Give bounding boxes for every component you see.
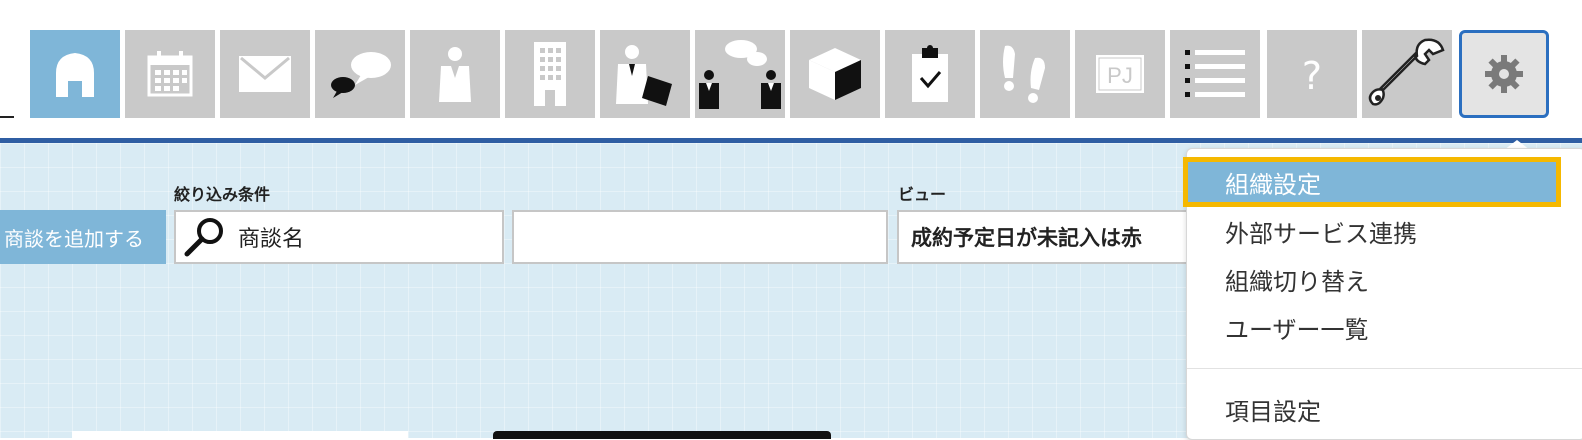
menu-divider — [1187, 368, 1582, 369]
menu-item-external-services[interactable]: 外部サービス連携 — [1187, 209, 1582, 253]
menu-item-field-settings[interactable]: 項目設定 — [1187, 387, 1582, 431]
toolbar-project-button[interactable]: PJ — [1075, 30, 1165, 118]
menu-item-label: ユーザー一覧 — [1225, 315, 1369, 344]
secondary-filter-input[interactable] — [512, 210, 888, 264]
menu-item-label: 組織切り替え — [1225, 267, 1369, 296]
person-icon — [439, 47, 471, 102]
view-label: ビュー — [898, 185, 947, 204]
project-icon: PJ — [1096, 55, 1144, 93]
settings-dropdown-menu: 組織設定 外部サービス連携 組織切り替え ユーザー一覧 項目設定 — [1183, 148, 1582, 440]
footprints-icon — [1003, 45, 1045, 103]
gear-icon — [1485, 55, 1523, 93]
meeting-icon — [699, 40, 781, 109]
toolbar-calendar-button[interactable] — [125, 30, 215, 118]
top-toolbar: PJ ? — [0, 0, 1582, 138]
toolbar-products-button[interactable] — [790, 30, 880, 118]
view-select[interactable]: 成約予定日が未記入は赤 — [897, 210, 1197, 264]
search-input[interactable]: 商談名 — [174, 210, 504, 264]
search-input-value: 商談名 — [238, 227, 305, 252]
toolbar-tasks-button[interactable] — [885, 30, 975, 118]
list-icon — [1185, 50, 1245, 97]
view-select-value: 成約予定日が未記入は赤 — [911, 226, 1142, 250]
filter-label: 絞り込み条件 — [174, 185, 271, 204]
toolbar-mail-button[interactable] — [220, 30, 310, 118]
menu-item-switch-organization[interactable]: 組織切り替え — [1187, 257, 1582, 301]
home-icon — [56, 53, 94, 97]
toolbar-settings-button[interactable] — [1459, 30, 1549, 118]
toolbar-chat-button[interactable] — [315, 30, 405, 118]
mail-icon — [239, 56, 291, 92]
menu-item-user-list[interactable]: ユーザー一覧 — [1187, 305, 1582, 349]
menu-item-label: 組織設定 — [1225, 170, 1321, 199]
search-icon — [184, 218, 223, 257]
toolbar-activity-button[interactable] — [980, 30, 1070, 118]
menu-item-organization-settings[interactable]: 組織設定 — [1183, 157, 1561, 207]
clipboard-check-icon — [912, 45, 948, 102]
toolbar-help-button[interactable]: ? — [1267, 30, 1357, 118]
cube-icon — [809, 48, 861, 100]
toolbar-home-button[interactable] — [30, 30, 120, 118]
menu-item-label: 外部サービス連携 — [1225, 219, 1417, 248]
project-icon-text: PJ — [1107, 63, 1133, 88]
menu-item-label: 項目設定 — [1225, 397, 1321, 426]
toolbar-person-button[interactable] — [410, 30, 500, 118]
toolbar-building-button[interactable] — [505, 30, 595, 118]
toolbar-meeting-button[interactable] — [695, 30, 785, 118]
add-deal-button[interactable]: 商談を追加する — [0, 210, 166, 264]
toolbar-list-button[interactable] — [1170, 30, 1260, 118]
person-document-icon — [616, 45, 672, 106]
wrench-icon — [1368, 38, 1445, 106]
toolbar-edge-mark — [0, 116, 14, 118]
calendar-icon — [147, 51, 193, 97]
help-icon: ? — [1302, 54, 1322, 98]
add-deal-button-label: 商談を追加する — [4, 226, 144, 251]
building-icon — [534, 42, 566, 106]
chat-bubbles-icon — [331, 52, 391, 98]
toolbar-tools-button[interactable] — [1362, 30, 1452, 118]
toolbar-contact-button[interactable] — [600, 30, 690, 118]
help-icon-text: ? — [1302, 54, 1322, 98]
